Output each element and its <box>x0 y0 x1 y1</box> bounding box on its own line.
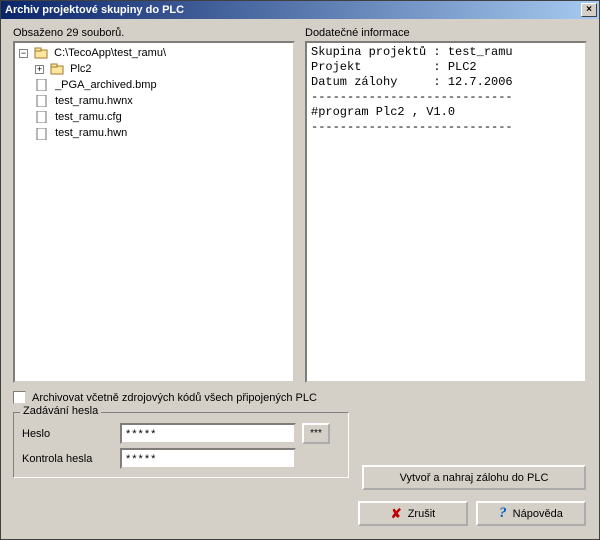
tree-item-label: test_ramu.hwnx <box>55 95 133 107</box>
tree-item-label: _PGA_archived.bmp <box>55 79 157 91</box>
files-count-label: Obsaženo 29 souborů. <box>13 27 295 39</box>
tree-item[interactable]: test_ramu.hwnx <box>35 93 289 109</box>
folder-open-icon <box>34 47 48 59</box>
file-icon <box>35 111 49 123</box>
expand-icon[interactable]: + <box>35 65 44 74</box>
archive-sources-row[interactable]: Archivovat včetně zdrojových kódů všech … <box>13 391 587 404</box>
password-confirm-input[interactable] <box>120 448 296 469</box>
file-icon <box>35 128 49 140</box>
tree-item-label: test_ramu.hwn <box>55 128 127 140</box>
info-text: Skupina projektů : test_ramu Projekt : P… <box>311 45 581 135</box>
info-column: Dodatečné informace Skupina projektů : t… <box>305 27 587 383</box>
archive-sources-label: Archivovat včetně zdrojových kódů všech … <box>32 392 317 404</box>
dialog-content: Obsaženo 29 souborů. − C:\TecoApp\test_r… <box>1 19 599 486</box>
upload-button-label: Vytvoř a nahraj zálohu do PLC <box>400 472 549 484</box>
tree-item[interactable]: test_ramu.hwn <box>35 125 289 141</box>
tree-root-label: C:\TecoApp\test_ramu\ <box>54 47 166 59</box>
collapse-icon[interactable]: − <box>19 49 28 58</box>
help-icon: ? <box>499 505 507 522</box>
password-fieldset: Zadávání hesla Heslo *** Kontrola hesla <box>13 412 349 478</box>
password-confirm-label: Kontrola hesla <box>22 453 114 465</box>
close-button[interactable]: × <box>581 3 597 17</box>
cancel-button[interactable]: ✘ Zrušit <box>358 501 468 526</box>
tree-item-label: Plc2 <box>70 63 91 75</box>
help-button-label: Nápověda <box>513 508 563 520</box>
tree-item-label: test_ramu.cfg <box>55 111 122 123</box>
files-column: Obsaženo 29 souborů. − C:\TecoApp\test_r… <box>13 27 295 383</box>
password-reveal-button[interactable]: *** <box>302 423 330 444</box>
help-button[interactable]: ? Nápověda <box>476 501 586 526</box>
tree-item[interactable]: test_ramu.cfg <box>35 109 289 125</box>
info-panel: Skupina projektů : test_ramu Projekt : P… <box>305 41 587 383</box>
folder-icon <box>50 63 64 75</box>
cancel-button-label: Zrušit <box>408 508 436 520</box>
tree-item[interactable]: + Plc2 <box>35 61 289 77</box>
archive-sources-checkbox[interactable] <box>13 391 26 404</box>
window-title: Archiv projektové skupiny do PLC <box>5 4 581 16</box>
info-label: Dodatečné informace <box>305 27 587 39</box>
title-bar: Archiv projektové skupiny do PLC × <box>1 1 599 19</box>
file-icon <box>35 95 49 107</box>
upload-button[interactable]: Vytvoř a nahraj zálohu do PLC <box>362 465 586 490</box>
cancel-icon: ✘ <box>391 506 402 522</box>
file-icon <box>35 79 49 91</box>
tree-root[interactable]: − C:\TecoApp\test_ramu\ + Plc2 <box>19 45 289 142</box>
file-tree[interactable]: − C:\TecoApp\test_ramu\ + Plc2 <box>13 41 295 383</box>
tree-item[interactable]: _PGA_archived.bmp <box>35 77 289 93</box>
password-label: Heslo <box>22 428 114 440</box>
password-input[interactable] <box>120 423 296 444</box>
password-legend: Zadávání hesla <box>20 405 101 417</box>
